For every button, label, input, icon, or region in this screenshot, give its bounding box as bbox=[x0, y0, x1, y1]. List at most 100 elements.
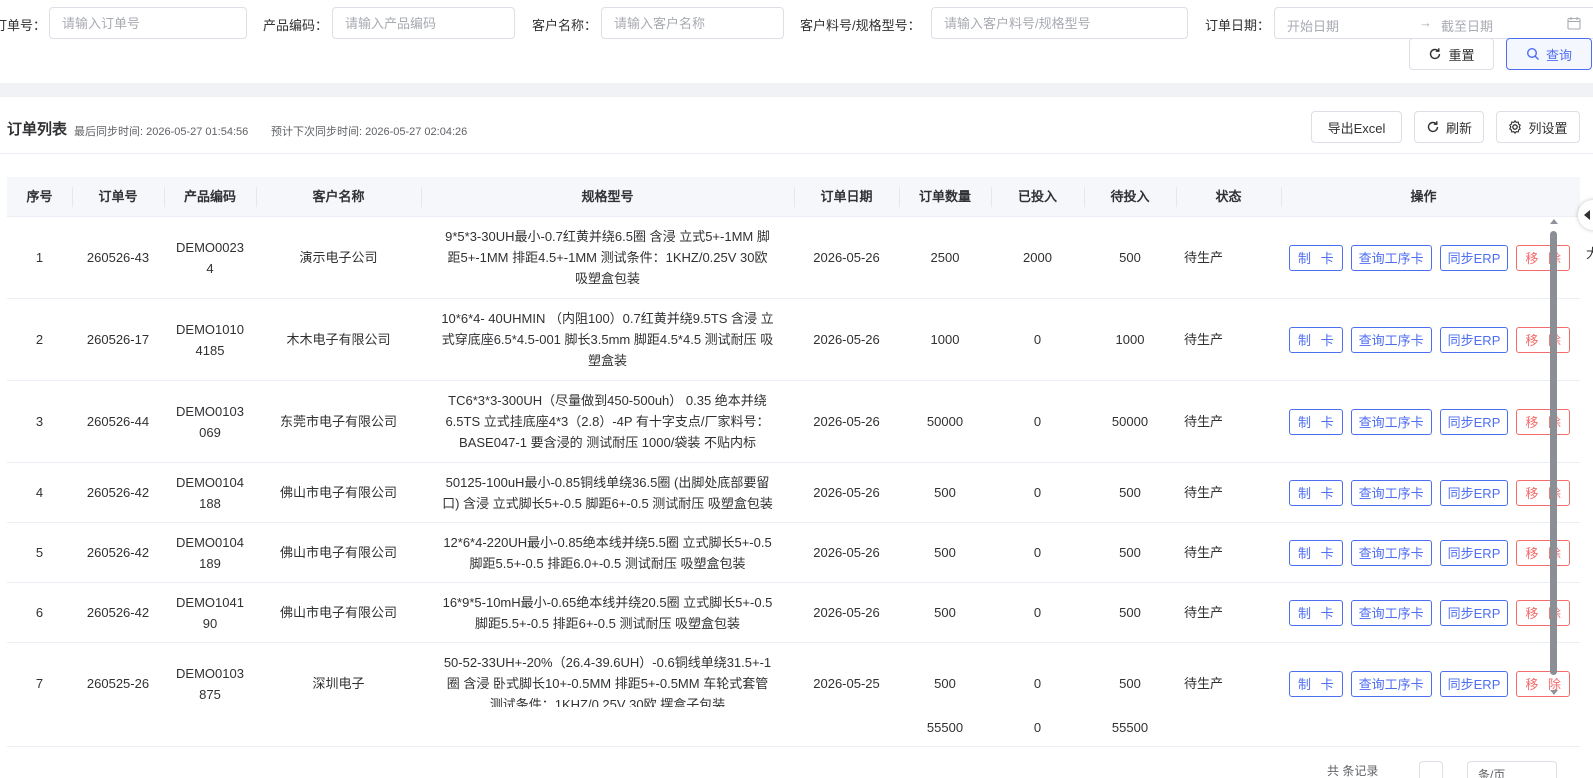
row-actions: 制 卡 查询工序卡 同步ERP 移 除 bbox=[1289, 381, 1570, 462]
col-header-status[interactable]: 状态 bbox=[1176, 177, 1281, 217]
sync-erp-button[interactable]: 同步ERP bbox=[1439, 408, 1509, 435]
query-process-card-button[interactable]: 查询工序卡 bbox=[1350, 479, 1432, 506]
export-excel-button[interactable]: 导出Excel bbox=[1311, 111, 1402, 143]
table-row: 2 260526-17 DEMO1010 4185 木木电子有限公司 10*6*4… bbox=[7, 299, 1580, 381]
spec-line: TC6*3*3-300UH（尽量做到450-500uh） 0.35 绝本并绕 bbox=[448, 393, 767, 408]
col-header-order-no[interactable]: 订单号 bbox=[72, 177, 164, 217]
side-panel-toggle[interactable] bbox=[1578, 200, 1593, 230]
product-code-line: 4185 bbox=[195, 342, 225, 358]
cell-invested: 0 bbox=[1033, 332, 1042, 347]
page-size-select[interactable]: 条/页 bbox=[1467, 761, 1557, 778]
make-card-button[interactable]: 制 卡 bbox=[1289, 599, 1343, 626]
sync-erp-button[interactable]: 同步ERP bbox=[1439, 539, 1509, 566]
col-header-order-date[interactable]: 订单日期 bbox=[794, 177, 899, 217]
column-settings-button[interactable]: 列设置 bbox=[1496, 111, 1580, 143]
product-code-line: DEMO1010 bbox=[176, 321, 244, 337]
product-code-line: DEMO0023 bbox=[176, 239, 244, 255]
remove-button[interactable]: 移 除 bbox=[1516, 670, 1570, 697]
remove-button[interactable]: 移 除 bbox=[1516, 539, 1570, 566]
table-body[interactable]: 1 260526-43 DEMO0023 4 演示电子公司 9*5*3-30UH最… bbox=[7, 217, 1580, 707]
sync-erp-button[interactable]: 同步ERP bbox=[1439, 326, 1509, 353]
table-row: 6 260526-42 DEMO1041 90 佛山市电子有限公司 16*9*5-… bbox=[7, 583, 1580, 643]
cell-order-date: 2026-05-26 bbox=[813, 250, 880, 265]
cell-pending: 50000 bbox=[1111, 414, 1149, 429]
table-scrollbar[interactable] bbox=[1548, 217, 1560, 707]
customer-spec-label: 客户料号/规格型号： bbox=[800, 18, 921, 33]
spec-line: 口) 含浸 立式脚长5+-0.5 脚距6+-0.5 测试耐压 吸塑盒包装 bbox=[442, 495, 773, 511]
query-process-card-button[interactable]: 查询工序卡 bbox=[1350, 244, 1432, 271]
product-code-line: 189 bbox=[199, 555, 221, 571]
sync-erp-button[interactable]: 同步ERP bbox=[1439, 244, 1509, 271]
col-header-invested[interactable]: 已投入 bbox=[991, 177, 1084, 217]
query-process-card-button[interactable]: 查询工序卡 bbox=[1350, 326, 1432, 353]
total-invested: 0 bbox=[1033, 719, 1042, 735]
scrollbar-thumb[interactable] bbox=[1550, 231, 1557, 675]
cell-status: 待生产 bbox=[1184, 676, 1224, 691]
remove-button[interactable]: 移 除 bbox=[1516, 599, 1570, 626]
query-process-card-button[interactable]: 查询工序卡 bbox=[1350, 408, 1432, 435]
cell-invested: 2000 bbox=[1023, 250, 1052, 265]
cell-status: 待生产 bbox=[1184, 605, 1224, 620]
customer-name-input[interactable] bbox=[601, 7, 784, 39]
col-header-customer[interactable]: 客户名称 bbox=[256, 177, 421, 217]
spec-line: 式穿底座6.5*4.5-001 脚长3.5mm 脚距4.5*4.5 测试耐压 吸 bbox=[441, 332, 774, 347]
sync-erp-button[interactable]: 同步ERP bbox=[1439, 670, 1509, 697]
col-header-order-qty[interactable]: 订单数量 bbox=[899, 177, 991, 217]
order-no-input[interactable] bbox=[49, 7, 247, 39]
table-row: 7 260525-26 DEMO0103 875 深圳电子 50-52-33UH+… bbox=[7, 643, 1580, 707]
product-code-input[interactable] bbox=[332, 7, 515, 39]
cell-pending: 500 bbox=[1119, 485, 1141, 500]
col-header-spec[interactable]: 规格型号 bbox=[421, 177, 794, 217]
sync-erp-button[interactable]: 同步ERP bbox=[1439, 599, 1509, 626]
cell-index: 5 bbox=[35, 545, 44, 560]
query-process-card-button[interactable]: 查询工序卡 bbox=[1350, 539, 1432, 566]
cell-index: 3 bbox=[35, 414, 44, 429]
date-range-arrow: → bbox=[1419, 15, 1432, 30]
remove-button[interactable]: 移 除 bbox=[1516, 479, 1570, 506]
cell-order-date: 2026-05-26 bbox=[813, 485, 880, 500]
make-card-button[interactable]: 制 卡 bbox=[1289, 479, 1343, 506]
order-date-range-picker[interactable]: 开始日期 → 截至日期 bbox=[1274, 7, 1593, 39]
date-start-placeholder[interactable]: 开始日期 bbox=[1287, 16, 1339, 35]
col-header-pending[interactable]: 待投入 bbox=[1084, 177, 1176, 217]
search-button[interactable]: 查询 bbox=[1506, 38, 1592, 70]
spec-line: 50125-100uH最小-0.85铜线单绕36.5圈 (出脚处底部要留 bbox=[445, 474, 770, 490]
reset-button[interactable]: 重置 bbox=[1409, 38, 1494, 70]
calendar-icon bbox=[1567, 17, 1581, 30]
make-card-button[interactable]: 制 卡 bbox=[1289, 408, 1343, 435]
query-process-card-button[interactable]: 查询工序卡 bbox=[1350, 599, 1432, 626]
refresh-button[interactable]: 刷新 bbox=[1414, 111, 1484, 143]
sync-erp-button[interactable]: 同步ERP bbox=[1439, 479, 1509, 506]
make-card-button[interactable]: 制 卡 bbox=[1289, 244, 1343, 271]
cell-invested: 0 bbox=[1033, 485, 1042, 500]
cell-order-date: 2026-05-26 bbox=[813, 332, 880, 347]
cell-order-qty: 500 bbox=[934, 485, 956, 500]
make-card-button[interactable]: 制 卡 bbox=[1289, 326, 1343, 353]
row-actions: 制 卡 查询工序卡 同步ERP 移 除 bbox=[1289, 523, 1570, 582]
col-header-actions: 操作 bbox=[1410, 189, 1437, 204]
col-header-product-code[interactable]: 产品编码 bbox=[164, 177, 256, 217]
spec-line: 50-52-33UH+-20%（26.4-39.6UH）-0.6铜线单绕31.5… bbox=[443, 655, 772, 670]
pagination-page-button[interactable] bbox=[1419, 761, 1443, 778]
remove-button[interactable]: 移 除 bbox=[1516, 408, 1570, 435]
product-code-line: DEMO1041 bbox=[176, 594, 244, 610]
col-header-index[interactable]: 序号 bbox=[7, 177, 72, 217]
query-process-card-button[interactable]: 查询工序卡 bbox=[1350, 670, 1432, 697]
spec-line: 距5+-1MM 排距4.5+-1MM 测试条件：1KHZ/0.25V 30欧 bbox=[447, 250, 768, 265]
cell-order-no: 260526-42 bbox=[86, 545, 150, 560]
remove-button[interactable]: 移 除 bbox=[1516, 326, 1570, 353]
scroll-down-arrow-icon[interactable] bbox=[1550, 690, 1558, 695]
scroll-up-arrow-icon[interactable] bbox=[1550, 219, 1558, 224]
remove-button[interactable]: 移 除 bbox=[1516, 244, 1570, 271]
make-card-button[interactable]: 制 卡 bbox=[1289, 670, 1343, 697]
customer-spec-input[interactable] bbox=[931, 7, 1188, 39]
make-card-button[interactable]: 制 卡 bbox=[1289, 539, 1343, 566]
cell-spec: 10*6*4- 40UHMIN （内阻100）0.7红黄并绕9.5TS 含浸 立… bbox=[421, 299, 794, 380]
cell-invested: 0 bbox=[1033, 605, 1042, 620]
list-title: 订单列表 bbox=[7, 121, 68, 138]
cell-status: 待生产 bbox=[1184, 485, 1224, 500]
cell-product-code: DEMO0023 4 bbox=[164, 217, 256, 298]
date-end-placeholder[interactable]: 截至日期 bbox=[1441, 16, 1493, 35]
order-no-label: 订单号： bbox=[0, 18, 47, 33]
order-list-page: 订单号： 产品编码： 客户名称： 客户料号/规格型号： 订单日期： 开始日期 →… bbox=[0, 0, 1593, 778]
